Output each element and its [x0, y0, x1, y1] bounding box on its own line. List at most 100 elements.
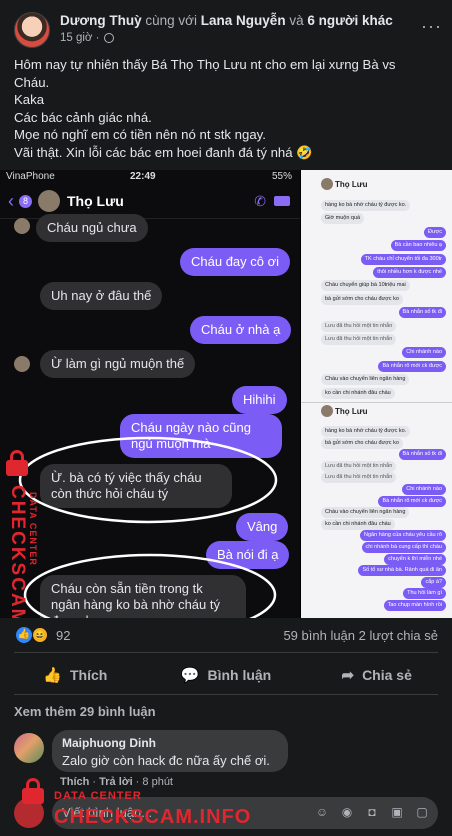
comment-input-icons: ☺ ◉ ◘ ▣ ▢ — [314, 804, 430, 820]
contact-avatar — [321, 178, 333, 190]
action-bar: 👍 Thích 💬 Bình luận ➦ Chia sẻ — [0, 658, 452, 692]
mini-message: Chi nhánh nào — [402, 347, 446, 359]
contact-avatar — [321, 405, 333, 417]
mini-message: Lưu đã thu hồi một tin nhắn — [321, 334, 397, 345]
comment-reply-link[interactable]: Trả lời — [99, 776, 133, 788]
share-arrow-icon: ➦ — [341, 667, 355, 684]
like-reaction-icon[interactable]: 👍 — [16, 627, 32, 643]
watermark-big: CHECKSCAM.INFO — [7, 485, 28, 618]
mini-message: Bà nhắn số tk đi — [398, 449, 446, 461]
comment-label: Bình luận — [207, 667, 272, 683]
haha-reaction-icon[interactable]: 😆 — [32, 627, 48, 643]
like-label: Thích — [70, 667, 108, 683]
gif-icon[interactable]: ▣ — [389, 804, 405, 820]
and-word: và — [289, 13, 304, 28]
tagged-others[interactable]: 6 người khác — [307, 13, 392, 28]
mini-message: ko cần chi nhánh đâu cháu — [321, 387, 395, 399]
chat-screenshot-left: VinaPhone 22:49 55% ‹ 8 Thọ Lưu ✆ Cháu n… — [0, 170, 300, 618]
mini-message: chi nhánh bà cung cấp thì cháu — [361, 542, 446, 553]
mini-message: Cháu vào chuyển liên ngân hàng — [321, 374, 410, 386]
mini-message: chuyển k thì miễn nhé — [384, 553, 446, 565]
post-text-line: Kaka — [14, 92, 45, 107]
commenter-avatar[interactable] — [14, 733, 44, 763]
share-label: Chia sẻ — [362, 667, 412, 683]
comment-text: Zalo giờ còn hack đc nữa ấy chế ơi. — [62, 753, 270, 768]
post-text: Hôm nay tự nhiên thấy Bá Thọ Thọ Lưu nt … — [14, 56, 440, 161]
mini-message: Ngân hàng của cháu yêu cầu rõ — [360, 530, 446, 542]
mini-message: Bà nhắn số tk đi — [398, 307, 446, 319]
author-line: Dương Thuỳ cùng với Lana Nguyễn và 6 ngư… — [60, 13, 393, 28]
mini-message: thôi nhiều hơn k được nhé — [373, 267, 446, 278]
chat-header-small: Thọ Lưu — [301, 176, 452, 196]
mini-message: bà gửi sớm cho cháu được ko — [321, 437, 403, 449]
share-button[interactable]: ➦ Chia sẻ — [301, 658, 452, 692]
mini-message: Số tổ sư nhà bà. Rảnh quá đi ăn — [358, 565, 446, 577]
mini-message: Chi nhánh nào — [402, 484, 446, 495]
mini-message: Được — [423, 226, 446, 238]
author-name[interactable]: Dương Thuỳ — [60, 13, 142, 28]
mini-message: cắp à? — [421, 576, 446, 588]
post-time[interactable]: 15 giờ · — [60, 32, 100, 44]
chat-screenshot-right: Thọ Lưu hàng ko bà nhờ cháu tý được ko. G… — [301, 170, 452, 618]
mini-message: hàng ko bà nhờ cháu tý được ko. — [321, 426, 411, 437]
mini-message: ko cần chi nhánh đâu cháu — [321, 518, 395, 530]
watermark-small: DATA CENTER — [28, 492, 38, 566]
mini-message: bà gửi sớm cho cháu được ko — [321, 293, 403, 305]
mini-message: Thu hồi làm gì — [403, 588, 446, 600]
reactions-row: 👍 😆 92 59 bình luận 2 lượt chia sẻ — [0, 625, 452, 647]
comment-actions: Thích · Trả lời · 8 phút — [60, 776, 173, 788]
mini-message: TK cháu chỉ chuyển tối đa 300tr — [360, 253, 446, 265]
comments-shares-count[interactable]: 59 bình luận 2 lượt chia sẻ — [283, 628, 438, 643]
mini-message: Lưu đã thu hồi một tin nhắn — [321, 472, 397, 484]
annotation-circles — [18, 436, 278, 618]
mini-message: Bà cần bao nhiêu ạ — [390, 240, 446, 252]
with-word: cùng với — [145, 13, 198, 28]
commenter-name[interactable]: Maiphuong Dinh — [62, 736, 278, 750]
watermark-lock-icon — [6, 450, 28, 476]
mini-message: Lưu đã thu hồi một tin nhắn — [321, 320, 397, 332]
post-text-line: Hôm nay tự nhiên thấy Bá Thọ Thọ Lưu nt … — [14, 57, 396, 72]
mini-message: Cháu vào chuyển liên ngân hàng — [321, 507, 410, 519]
mini-message: Giờ muộn quá — [321, 213, 365, 225]
author-avatar[interactable] — [14, 12, 50, 48]
see-more-comments-link[interactable]: Xem thêm 29 bình luận — [14, 704, 156, 719]
comment-bubble: Maiphuong Dinh Zalo giờ còn hack đc nữa … — [52, 730, 288, 772]
sticker-pack-icon[interactable]: ▢ — [414, 804, 430, 820]
thumbs-up-icon: 👍 — [43, 667, 62, 684]
mini-message: hàng ko bà nhờ cháu tý được ko. — [321, 200, 411, 211]
reaction-count[interactable]: 92 — [56, 628, 70, 643]
more-options-icon[interactable]: ··· — [421, 16, 442, 37]
comment-time[interactable]: 8 phút — [142, 776, 173, 788]
post-text-line: Các bác cảnh giác nhá. — [14, 109, 152, 125]
sticker-icon[interactable]: ☺ — [314, 804, 330, 820]
divider — [14, 652, 438, 653]
chat-header-small: Thọ Lưu — [301, 402, 452, 422]
like-button[interactable]: 👍 Thích — [0, 658, 151, 692]
post-text-line: Vãi thật. Xin lỗi các bác em hoei đanh đ… — [14, 144, 313, 160]
camera-icon[interactable]: ◘ — [364, 804, 380, 820]
mini-message: Cháu chuyển giúp bà 10triệu mai — [321, 280, 410, 292]
tagged-name[interactable]: Lana Nguyễn — [201, 13, 286, 28]
post-header: Dương Thuỳ cùng với Lana Nguyễn và 6 ngư… — [0, 0, 452, 52]
comment-button[interactable]: 💬 Bình luận — [151, 658, 302, 692]
mini-message: Tao chụp màn hình rồi — [383, 600, 446, 611]
post-text-line: Cháu. — [14, 74, 50, 90]
contact-name: Thọ Lưu — [335, 407, 368, 416]
highlight-circle — [23, 553, 277, 618]
watermark-big: CHECKSCAM.INFO — [54, 806, 252, 828]
mini-message: Bà nhắn rõ mới ck được — [378, 495, 446, 507]
watermark-small: DATA CENTER — [54, 790, 142, 802]
post-photo[interactable]: VinaPhone 22:49 55% ‹ 8 Thọ Lưu ✆ Cháu n… — [0, 170, 452, 618]
highlight-circle — [18, 436, 278, 524]
comment-like-link[interactable]: Thích — [60, 776, 89, 788]
emoji-icon[interactable]: ◉ — [339, 804, 355, 820]
mini-message: Bà nhắn rõ mới ck được — [378, 360, 446, 372]
globe-icon — [103, 33, 114, 43]
post-text-line: Mọe nó nghĩ em có tiền nên nó nt stk nga… — [14, 127, 266, 142]
divider — [14, 694, 438, 695]
watermark-lock-icon — [22, 778, 44, 804]
post-meta: 15 giờ · — [60, 32, 114, 44]
speech-bubble-icon: 💬 — [180, 667, 200, 684]
contact-name: Thọ Lưu — [335, 180, 368, 189]
mini-message: Lưu đã thu hồi một tin nhắn — [321, 460, 397, 472]
